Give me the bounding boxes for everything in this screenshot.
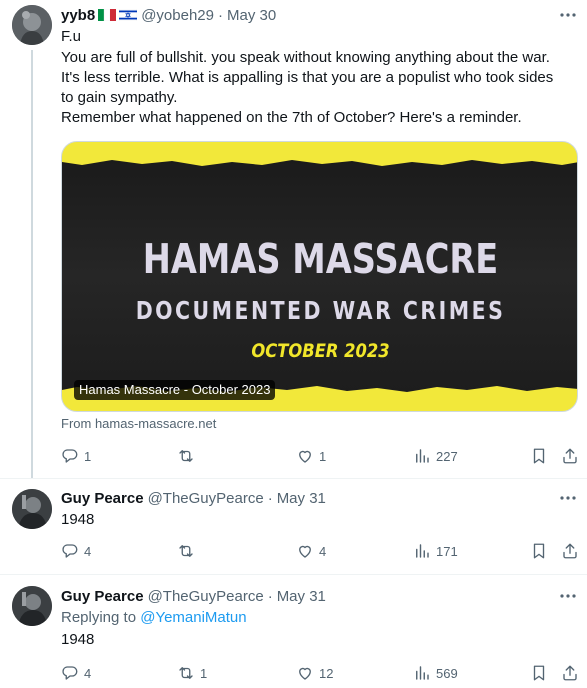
share-button[interactable]	[561, 663, 579, 683]
tweet-guypearce[interactable]: Guy Pearce @TheGuyPearce · May 31 1948 4…	[0, 479, 587, 574]
like-count: 12	[319, 665, 334, 681]
action-bar: 4 4 171	[61, 541, 581, 561]
tweet-guypearce-reply[interactable]: Guy Pearce @TheGuyPearce · May 31 Replyi…	[0, 575, 587, 688]
views-button[interactable]: 569	[413, 663, 458, 683]
tweet-text-line: F.u	[61, 28, 82, 45]
views-count: 227	[436, 448, 458, 464]
bookmark-icon	[533, 448, 545, 464]
thread-line	[31, 50, 33, 478]
repost-icon	[179, 545, 193, 557]
avatar[interactable]	[12, 489, 52, 529]
heart-icon	[299, 667, 311, 680]
views-button[interactable]: 171	[413, 541, 458, 561]
display-name[interactable]: Guy Pearce	[61, 588, 144, 605]
reply-count: 4	[84, 543, 92, 559]
tweet-date[interactable]: May 30	[227, 7, 276, 24]
share-button[interactable]	[561, 541, 579, 561]
tweet-yobeh29[interactable]: yyb8 @yobeh29 · May 30 F.u You are full …	[0, 0, 587, 478]
views-icon	[416, 449, 429, 463]
views-count: 569	[436, 665, 458, 681]
reply-button[interactable]: 4	[61, 663, 91, 683]
card-source[interactable]: From hamas-massacre.net	[61, 416, 216, 431]
avatar[interactable]	[12, 5, 52, 45]
display-name[interactable]: Guy Pearce	[61, 490, 144, 507]
bookmark-icon	[533, 543, 545, 559]
like-button[interactable]: 12	[296, 663, 333, 683]
views-icon	[416, 544, 429, 558]
like-button[interactable]: 1	[296, 446, 326, 466]
bookmark-button[interactable]	[530, 663, 548, 683]
tweet-date[interactable]: May 31	[277, 588, 326, 605]
repost-button[interactable]: 1	[177, 663, 207, 683]
replying-to-handle[interactable]: @YemaniMatun	[140, 609, 246, 626]
replying-to: Replying to @YemaniMatun	[61, 608, 247, 628]
card-date-label: OCTOBER 2023	[251, 340, 390, 362]
tweet-header: yyb8 @yobeh29 · May 30	[61, 5, 276, 25]
repost-icon	[179, 667, 193, 679]
action-bar: 4 1 12 569	[61, 663, 581, 683]
action-bar: 1 1 227	[61, 446, 581, 466]
tweet-text-line: to gain sympathy.	[61, 89, 178, 106]
card-caption: Hamas Massacre - October 2023	[74, 380, 276, 400]
tweet-date[interactable]: May 31	[277, 490, 326, 507]
like-count: 1	[319, 448, 327, 464]
user-handle[interactable]: @TheGuyPearce	[148, 588, 264, 605]
share-icon	[563, 665, 577, 681]
share-icon	[563, 543, 577, 559]
reply-count: 1	[84, 448, 92, 464]
reply-button[interactable]: 1	[61, 446, 91, 466]
like-button[interactable]: 4	[296, 541, 326, 561]
tweet-text-line: 1948	[61, 631, 95, 648]
bookmark-icon	[533, 665, 545, 681]
share-button[interactable]	[561, 446, 579, 466]
tweet-text-line: 1948	[61, 511, 95, 528]
link-card[interactable]: HAMAS MASSACRE DOCUMENTED WAR CRIMES OCT…	[61, 141, 578, 412]
card-headline: HAMAS MASSACRE	[142, 235, 499, 283]
tweet-header: Guy Pearce @TheGuyPearce · May 31	[61, 586, 326, 606]
avatar[interactable]	[12, 586, 52, 626]
heart-icon	[299, 450, 311, 463]
bookmark-button[interactable]	[530, 446, 548, 466]
user-handle[interactable]: @yobeh29	[141, 7, 214, 24]
heart-icon	[299, 545, 311, 558]
card-image: HAMAS MASSACRE DOCUMENTED WAR CRIMES OCT…	[62, 158, 577, 394]
repost-icon	[179, 450, 193, 462]
more-icon[interactable]	[559, 7, 577, 23]
reply-button[interactable]: 4	[61, 541, 91, 561]
italy-flag-icon	[98, 9, 117, 21]
reply-icon	[62, 666, 78, 680]
reply-count: 4	[84, 665, 92, 681]
torn-edge-top	[62, 158, 577, 166]
separator-dot: ·	[217, 6, 223, 24]
israel-flag-icon	[119, 9, 138, 21]
reply-icon	[62, 449, 78, 463]
repost-button[interactable]	[177, 446, 200, 466]
user-handle[interactable]: @TheGuyPearce	[148, 490, 264, 507]
like-count: 4	[319, 543, 327, 559]
tweet-text-line: It's less terrible. What is appalling is…	[61, 69, 554, 86]
more-icon[interactable]	[559, 588, 577, 604]
card-subheadline: DOCUMENTED WAR CRIMES	[135, 296, 506, 325]
repost-button[interactable]	[177, 541, 200, 561]
views-icon	[416, 666, 429, 680]
repost-count: 1	[200, 665, 208, 681]
share-icon	[563, 448, 577, 464]
reply-icon	[62, 544, 78, 558]
replying-prefix: Replying to	[61, 609, 141, 626]
tweet-text-line: You are full of bullshit. you speak with…	[61, 49, 550, 66]
views-count: 171	[436, 543, 458, 559]
bookmark-button[interactable]	[530, 541, 548, 561]
display-name[interactable]: yyb8	[61, 7, 95, 24]
tweet-header: Guy Pearce @TheGuyPearce · May 31	[61, 488, 326, 508]
separator-dot: ·	[267, 489, 273, 507]
more-icon[interactable]	[559, 490, 577, 506]
separator-dot: ·	[267, 587, 273, 605]
views-button[interactable]: 227	[413, 446, 458, 466]
tweet-text-line: Remember what happened on the 7th of Oct…	[61, 109, 522, 126]
